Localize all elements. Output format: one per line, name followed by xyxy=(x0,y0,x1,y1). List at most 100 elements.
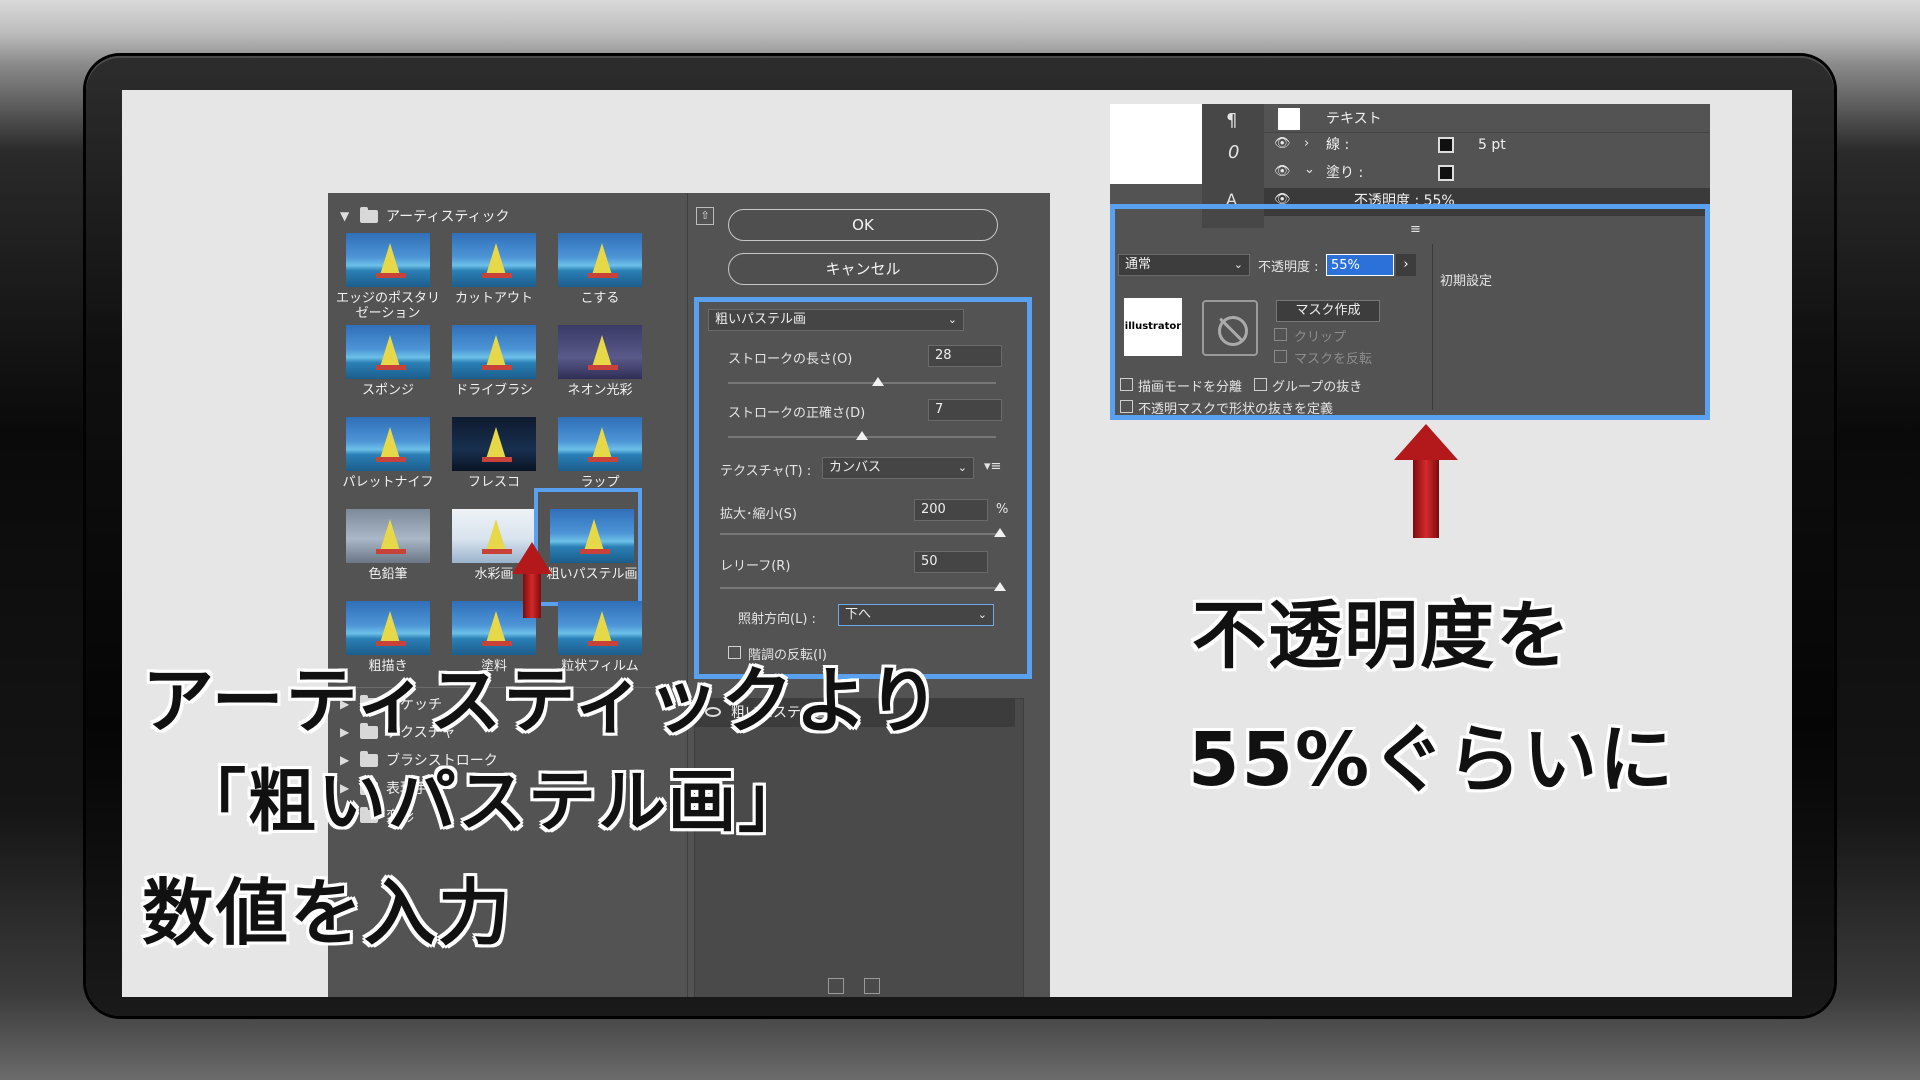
stroke-length-label: ストロークの長さ(O) xyxy=(728,352,853,367)
filter-thumb-cutout[interactable]: カットアウト xyxy=(446,233,542,306)
thumb-label: カットアウト xyxy=(454,291,533,306)
scaling-input[interactable]: 200 xyxy=(914,499,988,521)
thumb-image xyxy=(558,233,642,287)
no-mask-icon xyxy=(1202,300,1258,356)
filter-thumb-poster-edges[interactable]: エッジのポスタリゼーション xyxy=(336,233,440,321)
chevron-down-icon: ⌄ xyxy=(957,461,967,474)
invert-mask-label: マスクを反転 xyxy=(1294,352,1373,367)
eye-icon[interactable]: 👁 xyxy=(1274,164,1291,179)
filter-thumb-plastic-wrap[interactable]: ラップ xyxy=(552,417,648,490)
category-label: アーティスティック xyxy=(386,209,510,225)
scaling-slider-knob[interactable] xyxy=(994,528,1006,537)
annotation-left-line3: 数値を入力 xyxy=(142,871,513,955)
category-artistic[interactable]: ▼ アーティスティック xyxy=(340,205,509,227)
invert-mask-checkbox xyxy=(1274,350,1287,363)
blend-mode-value: 通常 xyxy=(1125,257,1152,272)
opacity-input[interactable]: 55% xyxy=(1326,254,1394,276)
eye-icon[interactable]: 👁 xyxy=(1274,136,1291,151)
filter-select[interactable]: 粗いパステル画 ⌄ xyxy=(708,309,964,331)
relief-input[interactable]: 50 xyxy=(914,551,988,573)
light-select[interactable]: 下へ ⌄ xyxy=(838,604,994,626)
thumb-label: スポンジ xyxy=(361,383,414,398)
canvas: ▼ アーティスティック エッジのポスタリゼーション カットアウト こする スポン… xyxy=(122,90,1792,997)
paragraph-icon[interactable]: ¶ xyxy=(1226,110,1237,131)
thumb-image xyxy=(558,325,642,379)
texture-menu-icon[interactable]: ▾≡ xyxy=(984,459,1001,474)
scaling-slider-track[interactable] xyxy=(720,533,1000,535)
annotation-left-line2: 「粗いパステル画」 xyxy=(178,763,809,842)
document-preview xyxy=(1110,104,1202,184)
stroke-detail-slider-knob[interactable] xyxy=(856,431,868,440)
collapse-gallery-icon[interactable]: ⇧ xyxy=(696,207,714,225)
thumb-image xyxy=(452,325,536,379)
texture-select-value: カンバス xyxy=(829,460,882,475)
knockout-group-label: グループの抜き xyxy=(1272,380,1363,395)
filter-settings-pane: ⇧ OK キャンセル 粗いパステル画 ⌄ ストロークの長さ(O) 28 ストロー… xyxy=(688,193,1050,997)
stroke-detail-input[interactable]: 7 xyxy=(928,399,1002,421)
annotation-right-line2: 55%ぐらいに xyxy=(1188,717,1676,803)
thumb-label: 水彩画 xyxy=(474,567,514,582)
fill-label: 塗り : xyxy=(1326,165,1364,181)
clip-label: クリップ xyxy=(1294,330,1347,345)
filter-thumb-smudge[interactable]: こする xyxy=(552,233,648,306)
arrow-shaft xyxy=(1413,460,1439,538)
folder-icon xyxy=(360,206,378,223)
stroke-length-slider-track[interactable] xyxy=(728,382,996,384)
fill-swatch[interactable] xyxy=(1438,165,1454,181)
make-mask-button[interactable]: マスク作成 xyxy=(1276,300,1380,322)
chevron-down-icon: ⌄ xyxy=(947,313,957,326)
text-row-label: テキスト xyxy=(1326,111,1382,127)
isolate-blending-checkbox[interactable] xyxy=(1120,378,1133,391)
cancel-button[interactable]: キャンセル xyxy=(728,253,998,285)
expanded-triangle-icon: ▼ xyxy=(340,209,350,223)
light-select-value: 下へ xyxy=(845,607,872,622)
appearance-panel: ¶ 0 A テキスト 👁 › 線 : 5 pt 👁 ⌄ 塗り : 👁 不透明度 … xyxy=(1110,104,1710,420)
stroke-value: 5 pt xyxy=(1478,137,1506,153)
thumb-image xyxy=(452,417,536,471)
ok-button[interactable]: OK xyxy=(728,209,998,241)
new-effect-layer-icon[interactable] xyxy=(828,978,844,994)
opacity-mask-define-checkbox[interactable] xyxy=(1120,400,1133,413)
object-thumbnail: illustrator xyxy=(1124,298,1182,356)
thumb-image xyxy=(452,233,536,287)
texture-select[interactable]: カンバス ⌄ xyxy=(822,457,974,479)
panel-menu-icon[interactable]: ≡ xyxy=(1410,222,1421,237)
reset-label: 初期設定 xyxy=(1440,274,1493,289)
filter-thumb-neon-glow[interactable]: ネオン光彩 xyxy=(552,325,648,398)
chevron-down-icon: ⌄ xyxy=(1233,258,1243,271)
clip-checkbox xyxy=(1274,328,1287,341)
relief-slider-track[interactable] xyxy=(720,587,1000,589)
filter-thumb-colored-pencil[interactable]: 色鉛筆 xyxy=(340,509,436,582)
thumb-label: パレットナイフ xyxy=(342,475,434,490)
thumb-label: エッジのポスタリゼーション xyxy=(335,291,440,321)
texture-label: テクスチャ(T) : xyxy=(720,464,812,479)
thumb-image xyxy=(346,509,430,563)
glyph-icon[interactable]: 0 xyxy=(1228,142,1239,163)
stroke-label: 線 : xyxy=(1326,137,1350,153)
thumb-label: フレスコ xyxy=(467,475,520,490)
chevron-down-icon: ⌄ xyxy=(977,608,987,621)
blend-mode-select[interactable]: 通常 ⌄ xyxy=(1118,254,1250,276)
knockout-group-checkbox[interactable] xyxy=(1254,378,1267,391)
thumb-label: ドライブラシ xyxy=(455,383,533,398)
thumb-image xyxy=(558,417,642,471)
arrow-head xyxy=(512,542,552,574)
isolate-blending-label: 描画モードを分離 xyxy=(1138,380,1243,395)
stroke-length-slider-knob[interactable] xyxy=(872,377,885,386)
chevron-right-icon[interactable]: › xyxy=(1304,136,1309,151)
filter-thumb-sponge[interactable]: スポンジ xyxy=(340,325,436,398)
opacity-arrow-button[interactable]: › xyxy=(1396,254,1416,276)
scaling-label: 拡大･縮小(S) xyxy=(720,507,797,522)
stroke-length-input[interactable]: 28 xyxy=(928,345,1002,367)
filter-thumb-dry-brush[interactable]: ドライブラシ xyxy=(446,325,542,398)
stroke-swatch[interactable] xyxy=(1438,137,1454,153)
relief-slider-knob[interactable] xyxy=(994,582,1006,591)
light-label: 照射方向(L) : xyxy=(738,612,816,627)
thumb-label: 色鉛筆 xyxy=(368,567,408,582)
filter-thumb-palette-knife[interactable]: パレットナイフ xyxy=(340,417,436,490)
chevron-down-icon[interactable]: ⌄ xyxy=(1304,162,1315,177)
filter-thumb-fresco[interactable]: フレスコ xyxy=(446,417,542,490)
trash-icon[interactable] xyxy=(864,978,880,994)
thumb-label: こする xyxy=(580,291,620,306)
annotation-right-line1: 不透明度を xyxy=(1192,593,1572,679)
